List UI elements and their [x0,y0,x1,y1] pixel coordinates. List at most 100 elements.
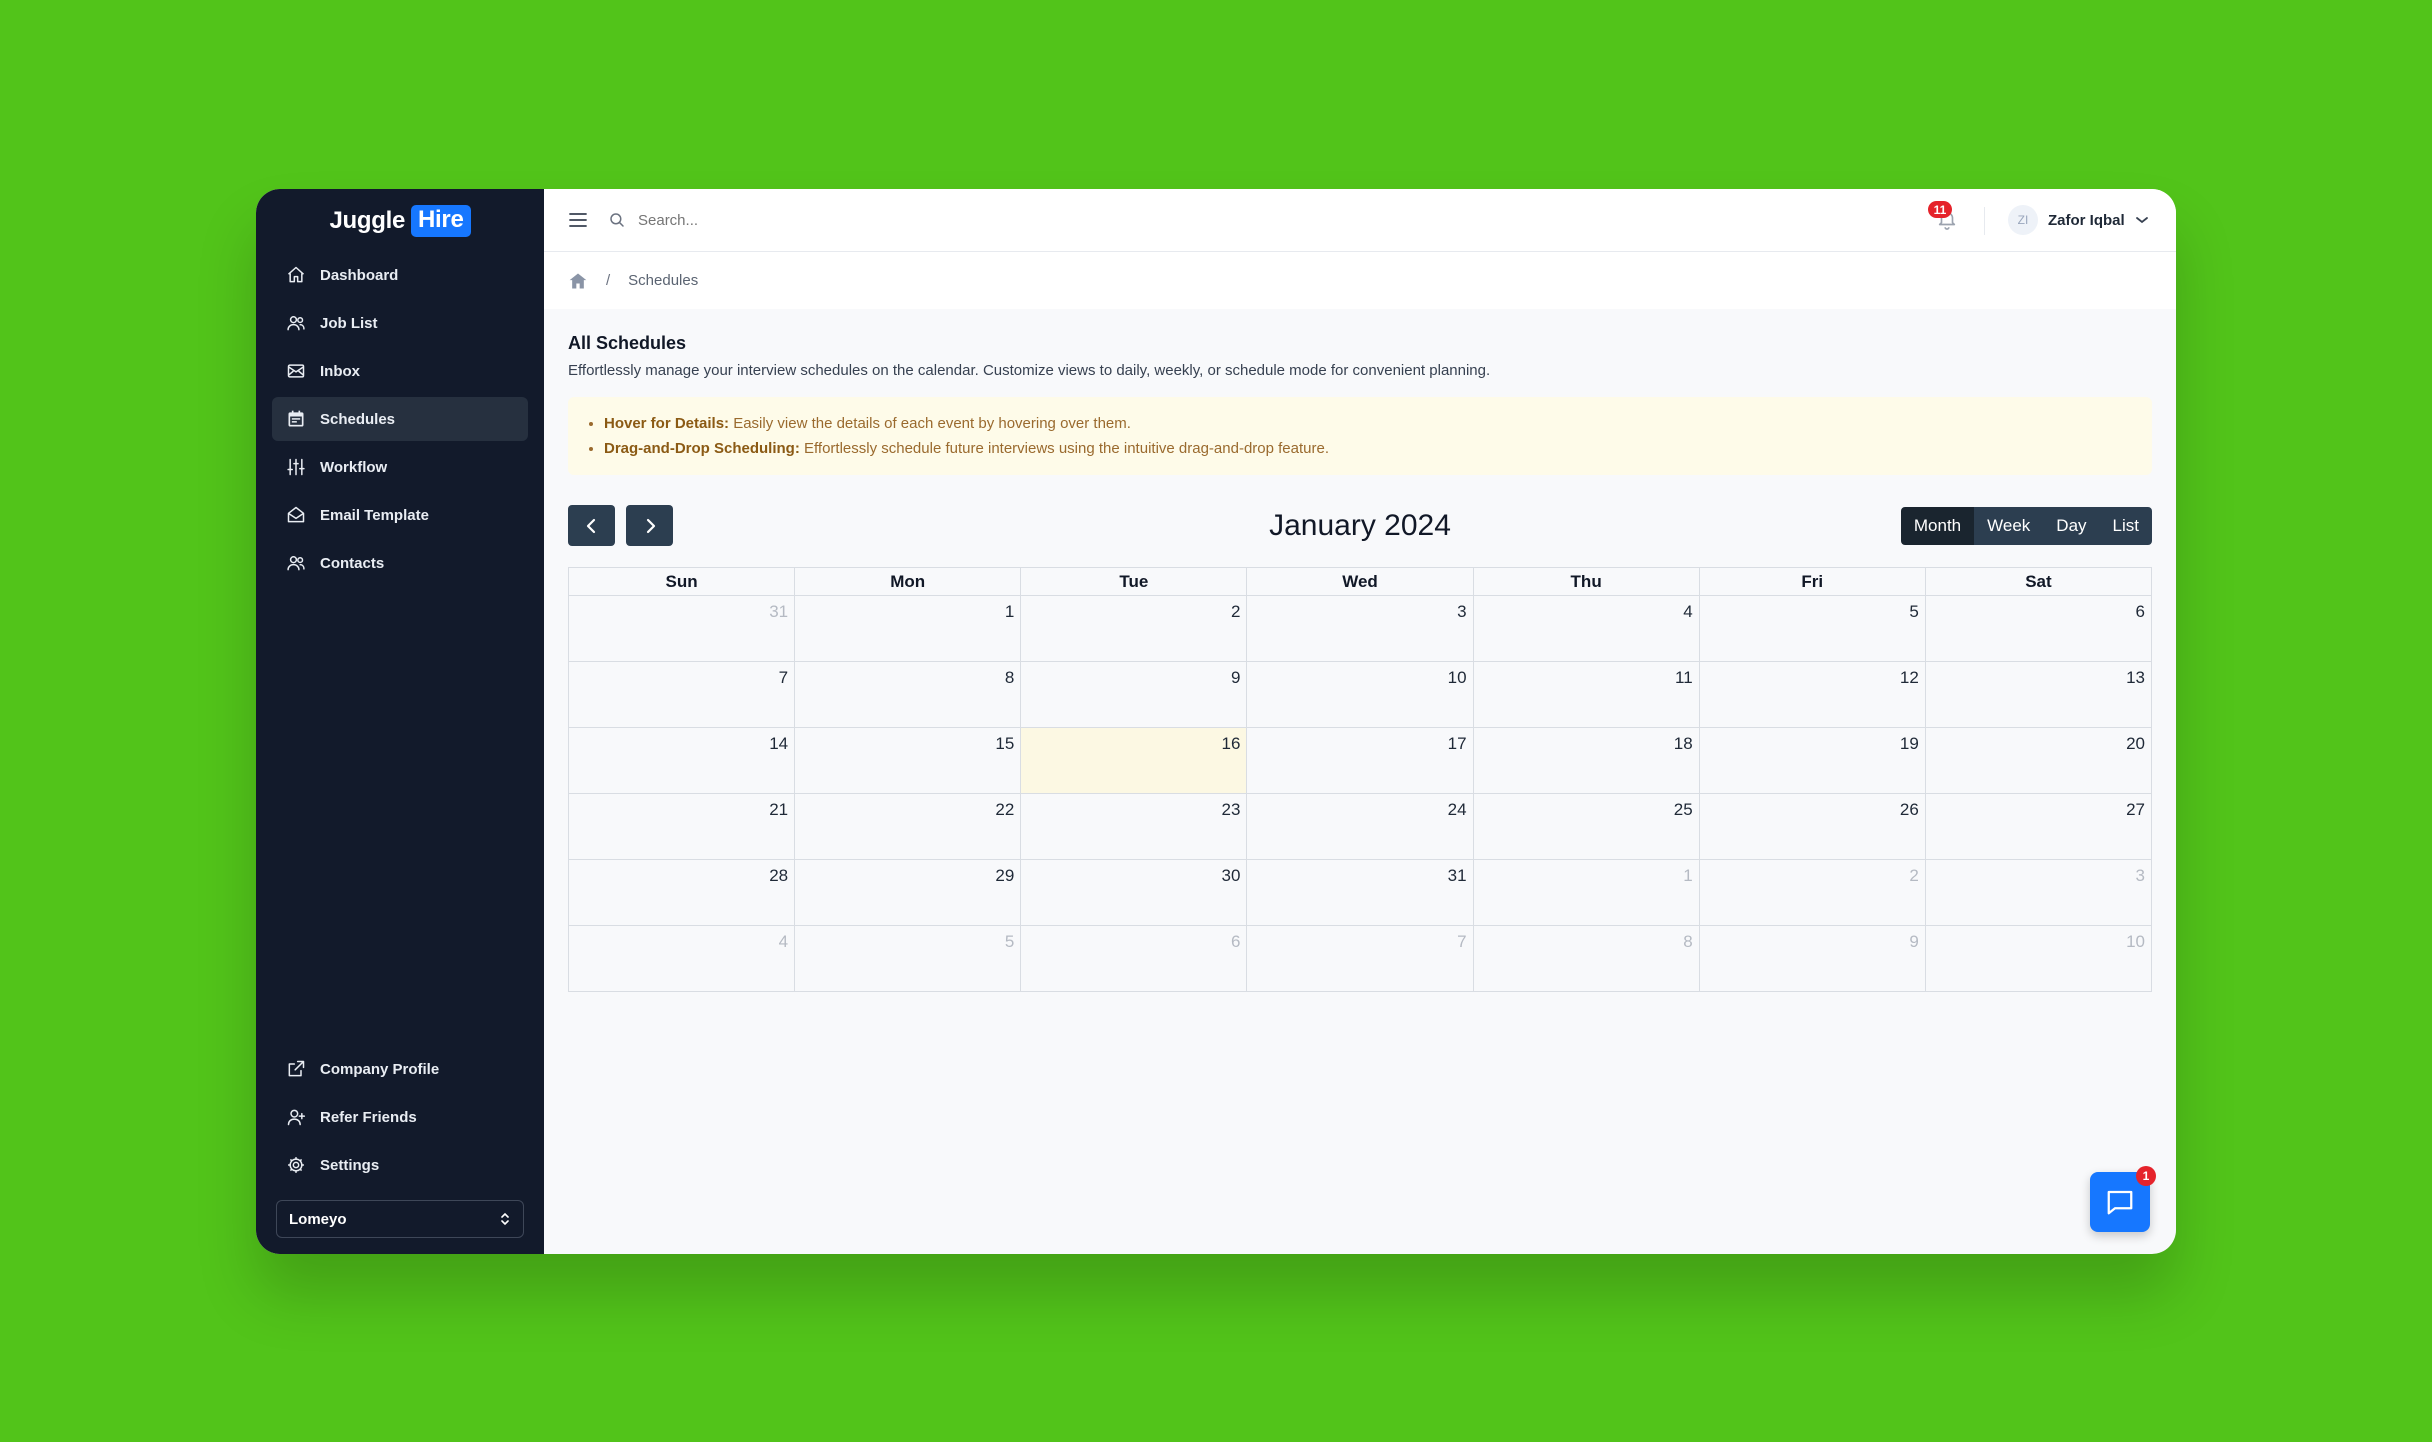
view-list-button[interactable]: List [2099,507,2152,545]
day-cell[interactable]: 21 [567,793,796,860]
day-cell[interactable]: 9 [1020,661,1248,728]
day-cell[interactable]: 5 [1698,595,1926,662]
day-cell[interactable]: 1 [1472,859,1700,926]
sidebar-item-email-template[interactable]: Email Template [272,493,528,537]
external-link-icon [288,1060,305,1077]
day-cell[interactable]: 8 [1472,925,1700,992]
search-bar [608,211,1038,229]
day-cell[interactable]: 2 [1698,859,1926,926]
day-cell[interactable]: 7 [1246,925,1474,992]
view-day-button[interactable]: Day [2043,507,2100,545]
day-cell[interactable]: 4 [567,925,796,992]
day-cell[interactable]: 31 [1246,859,1474,926]
day-cell[interactable]: 20 [1924,727,2153,794]
day-cell[interactable]: 9 [1698,925,1926,992]
sidebar-item-label: Settings [320,1156,380,1174]
sidebar-item-dashboard[interactable]: Dashboard [272,253,528,297]
tip-item: Hover for Details: Easily view the detai… [604,415,2132,432]
day-cell[interactable]: 30 [1020,859,1248,926]
app-window: Juggle Hire Dashboard Job List Inbox Sch… [256,189,2176,1254]
view-month-button[interactable]: Month [1900,507,1975,545]
week-row: 4 5 6 7 8 9 10 [567,925,2153,992]
hamburger-icon [569,213,587,227]
sidebar-item-inbox[interactable]: Inbox [272,349,528,393]
day-cell[interactable]: 23 [1020,793,1248,860]
home-icon[interactable] [568,271,588,291]
page-content: All Schedules Effortlessly manage your i… [544,309,2176,992]
weekday-header: Fri [1698,567,1926,596]
day-cell[interactable]: 1 [794,595,1022,662]
page-description: Effortlessly manage your interview sched… [568,362,1491,379]
day-cell[interactable]: 15 [794,727,1022,794]
gear-icon [288,1157,304,1173]
weekday-header: Tue [1020,567,1248,596]
chat-icon [2107,1190,2133,1215]
user-name: Zafor Iqbal [2048,211,2125,229]
menu-toggle-button[interactable] [568,210,588,230]
weekday-header: Thu [1472,567,1700,596]
tip-item: Drag-and-Drop Scheduling: Effortlessly s… [604,440,2132,457]
view-week-button[interactable]: Week [1974,507,2044,545]
day-cell[interactable]: 3 [1924,859,2153,926]
day-cell[interactable]: 27 [1924,793,2153,860]
day-cell[interactable]: 26 [1698,793,1926,860]
chat-button[interactable]: 1 [2090,1166,2156,1232]
day-cell[interactable]: 11 [1472,661,1700,728]
sidebar-item-label: Schedules [320,410,396,428]
sidebar-item-contacts[interactable]: Contacts [272,541,528,585]
sidebar-bottom-nav: Company Profile Refer Friends Settings [272,1047,528,1191]
day-cell[interactable]: 29 [794,859,1022,926]
day-cell[interactable]: 13 [1924,661,2153,728]
day-cell[interactable]: 28 [567,859,796,926]
users-icon [287,316,305,331]
page-title: All Schedules [568,333,687,353]
weekday-header: Mon [794,567,1022,596]
week-row: 28 29 30 31 1 2 3 [567,859,2153,926]
day-cell[interactable]: 12 [1698,661,1926,728]
sidebar-item-label: Dashboard [320,266,399,284]
day-cell[interactable]: 19 [1698,727,1926,794]
day-cell[interactable]: 6 [1924,595,2153,662]
organization-select[interactable]: Lomeyo [276,1200,524,1238]
sidebar-item-job-list[interactable]: Job List [272,301,528,345]
sidebar-item-company-profile[interactable]: Company Profile [272,1047,528,1091]
day-cell[interactable]: 2 [1020,595,1248,662]
day-cell[interactable]: 7 [567,661,796,728]
day-cell[interactable]: 14 [567,727,796,794]
sidebar-item-workflow[interactable]: Workflow [272,445,528,489]
day-cell[interactable]: 10 [1246,661,1474,728]
day-cell[interactable]: 8 [794,661,1022,728]
day-cell[interactable]: 3 [1246,595,1474,662]
notification-count-badge: 11 [1928,201,1952,218]
sidebar-nav: Dashboard Job List Inbox Schedules Workf… [272,253,528,589]
tip-title: Hover for Details: [604,415,730,432]
day-cell[interactable]: 18 [1472,727,1700,794]
sidebar-item-settings[interactable]: Settings [272,1143,528,1187]
day-cell[interactable]: 5 [794,925,1022,992]
users-icon [287,556,305,571]
chevron-down-icon [2135,217,2148,224]
day-cell[interactable]: 17 [1246,727,1474,794]
mail-icon [287,364,305,378]
day-cell[interactable]: 31 [567,595,796,662]
day-cell[interactable]: 24 [1246,793,1474,860]
sidebar-item-label: Inbox [320,362,360,380]
week-row: 21 22 23 24 25 26 27 [567,793,2153,860]
user-menu[interactable]: ZI Zafor Iqbal [2008,205,2149,235]
sidebar-item-refer-friends[interactable]: Refer Friends [272,1095,528,1139]
brand-logo[interactable]: Juggle Hire [256,205,544,237]
weekday-header: Wed [1246,567,1474,596]
calendar-toolbar: January 2024 Month Week Day List [568,505,2152,547]
day-cell[interactable]: 4 [1472,595,1700,662]
main-area: 11 ZI Zafor Iqbal / Schedules All Schedu… [544,189,2176,1254]
search-input[interactable] [638,211,1038,229]
day-cell[interactable]: 22 [794,793,1022,860]
calendar-icon [288,410,304,427]
avatar: ZI [2008,205,2038,235]
day-cell[interactable]: 6 [1020,925,1248,992]
brand-logo-text: Juggle [329,207,406,234]
day-cell-today[interactable]: 16 [1020,727,1248,794]
sidebar-item-schedules[interactable]: Schedules [272,397,528,441]
day-cell[interactable]: 10 [1924,925,2153,992]
day-cell[interactable]: 25 [1472,793,1700,860]
